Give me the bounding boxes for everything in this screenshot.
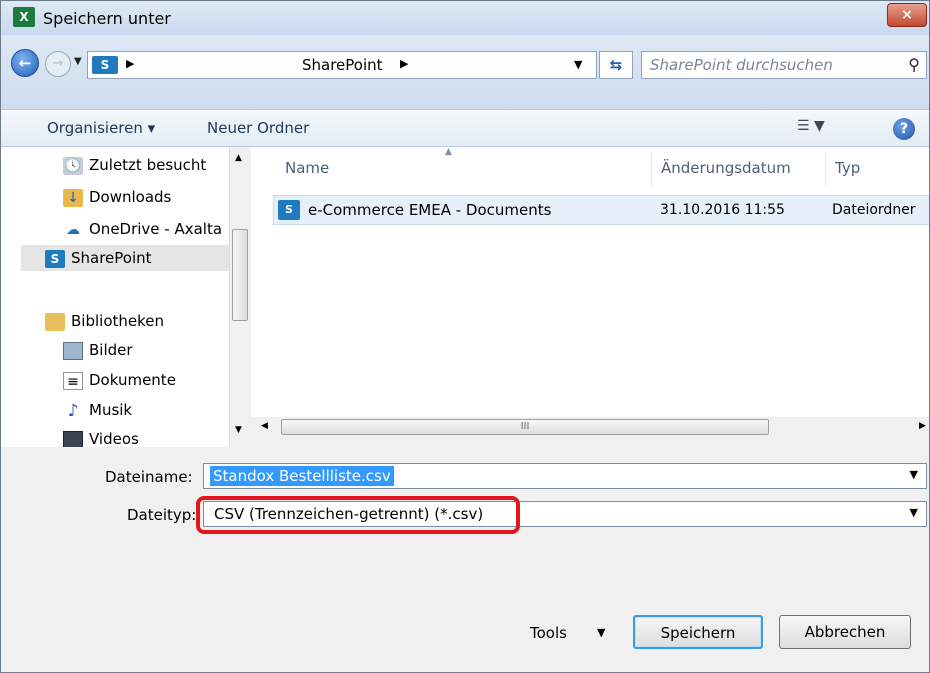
breadcrumb-chevron-icon[interactable]: ▶ <box>126 57 134 70</box>
nav-item-documents[interactable]: ≡ Dokumente <box>63 368 176 392</box>
search-icon[interactable]: ⚲ <box>908 55 920 74</box>
column-header-modified[interactable]: Änderungsdatum <box>661 159 791 177</box>
sharepoint-icon: S <box>92 56 118 74</box>
nav-vertical-scrollbar[interactable]: ▲ ▼ <box>229 147 249 447</box>
table-row[interactable]: S e-Commerce EMEA - Documents 31.10.2016… <box>273 195 929 225</box>
nav-item-sharepoint[interactable]: S SharePoint <box>45 246 152 270</box>
search-box[interactable]: SharePoint durchsuchen ⚲ <box>641 51 927 79</box>
close-button[interactable]: × <box>887 3 927 27</box>
cancel-button[interactable]: Abbrechen <box>779 615 911 649</box>
nav-item-label: OneDrive - Axalta <box>89 220 223 238</box>
nav-item-onedrive[interactable]: ☁ OneDrive - Axalta <box>63 217 222 241</box>
chevron-down-icon[interactable]: ▼ <box>910 506 918 519</box>
nav-scroll-thumb[interactable] <box>232 229 248 321</box>
row-modified: 31.10.2016 11:55 <box>660 202 785 218</box>
file-list-scroll-thumb[interactable]: III <box>281 419 769 435</box>
forward-arrow-icon[interactable]: → <box>45 51 71 77</box>
search-input[interactable]: SharePoint durchsuchen <box>650 56 833 74</box>
save-button[interactable]: Speichern <box>633 615 763 649</box>
nav-item-recent[interactable]: 🕓 Zuletzt besucht <box>63 153 206 177</box>
address-dropdown-icon[interactable]: ▼ <box>574 58 582 71</box>
scroll-up-icon[interactable]: ▲ <box>235 153 242 163</box>
videos-icon <box>63 430 83 447</box>
title-bar: X Speichern unter × <box>1 1 929 35</box>
view-options-icon[interactable]: ☰ ▼ <box>797 118 825 134</box>
save-as-dialog: X Speichern unter × ← → ▼ S ▶ SharePoint… <box>0 0 930 673</box>
help-icon[interactable]: ? <box>893 118 915 140</box>
command-bar: Organisieren ▾ Neuer Ordner ☰ ▼ ? <box>1 109 929 147</box>
filetype-label: Dateityp: <box>127 506 197 524</box>
nav-item-label: Videos <box>89 430 139 447</box>
refresh-icon[interactable]: ⇆ <box>599 51 633 79</box>
excel-icon: X <box>13 7 35 27</box>
chevron-down-icon[interactable]: ▼ <box>910 468 918 481</box>
pictures-icon <box>63 341 83 360</box>
documents-icon: ≡ <box>63 371 83 390</box>
nav-item-libraries[interactable]: Bibliotheken <box>45 309 164 333</box>
libraries-folder-icon <box>45 312 65 331</box>
onedrive-icon: ☁ <box>66 221 80 238</box>
nav-item-pictures[interactable]: Bilder <box>63 338 133 362</box>
navigation-pane: 🕓 Zuletzt besucht ↓ Downloads ☁ OneDrive - … <box>1 147 249 447</box>
window-title: Speichern unter <box>43 9 171 28</box>
nav-item-label: Zuletzt besucht <box>89 156 207 174</box>
nav-item-label: Bilder <box>89 341 133 359</box>
nav-item-videos[interactable]: Videos <box>63 427 139 447</box>
scroll-right-icon[interactable]: ▶ <box>919 421 926 431</box>
breadcrumb-sharepoint[interactable]: SharePoint <box>302 56 383 74</box>
new-folder-button[interactable]: Neuer Ordner <box>207 119 309 137</box>
row-type: Dateiordner <box>832 202 916 218</box>
sort-ascending-icon: ▲ <box>445 147 452 157</box>
music-icon: ♪ <box>67 400 79 421</box>
sharepoint-icon: S <box>45 249 65 268</box>
column-header-name[interactable]: Name <box>285 159 329 177</box>
breadcrumb-chevron-icon[interactable]: ▶ <box>400 57 408 70</box>
nav-item-label: Dokumente <box>89 371 176 389</box>
downloads-folder-icon: ↓ <box>63 188 83 207</box>
column-divider[interactable] <box>825 151 826 187</box>
column-divider[interactable] <box>651 151 652 187</box>
scroll-down-icon[interactable]: ▼ <box>235 425 242 435</box>
filename-label: Dateiname: <box>105 468 193 486</box>
address-bar[interactable]: S ▶ SharePoint ▶ ▼ <box>87 51 597 79</box>
column-header-type[interactable]: Typ <box>835 159 860 177</box>
back-arrow-icon[interactable]: ← <box>11 49 39 77</box>
scroll-left-icon[interactable]: ◀ <box>261 421 268 431</box>
file-list: ▲ Name Änderungsdatum Typ S e-Commerce E… <box>251 147 929 429</box>
filename-field[interactable]: Standox Bestellliste.csv ▼ <box>203 463 927 489</box>
nav-item-label: SharePoint <box>71 249 152 267</box>
nav-item-music[interactable]: ♪ Musik <box>63 398 133 422</box>
history-dropdown-icon[interactable]: ▼ <box>74 56 82 67</box>
filename-input[interactable]: Standox Bestellliste.csv <box>210 466 394 486</box>
tools-dropdown-icon[interactable]: ▼ <box>597 626 605 639</box>
nav-item-label: Musik <box>89 401 133 419</box>
nav-item-label: Downloads <box>89 188 172 206</box>
recent-places-icon: 🕓 <box>63 156 83 175</box>
nav-item-downloads[interactable]: ↓ Downloads <box>63 185 171 209</box>
nav-item-label: Bibliotheken <box>71 312 164 330</box>
file-list-horizontal-scrollbar[interactable]: ◀ III ▶ <box>251 417 929 437</box>
organize-button[interactable]: Organisieren ▾ <box>47 119 155 137</box>
row-name: e-Commerce EMEA - Documents <box>308 201 552 219</box>
tools-button[interactable]: Tools <box>530 624 567 642</box>
sharepoint-folder-icon: S <box>278 200 300 220</box>
annotation-highlight-box <box>196 496 520 534</box>
